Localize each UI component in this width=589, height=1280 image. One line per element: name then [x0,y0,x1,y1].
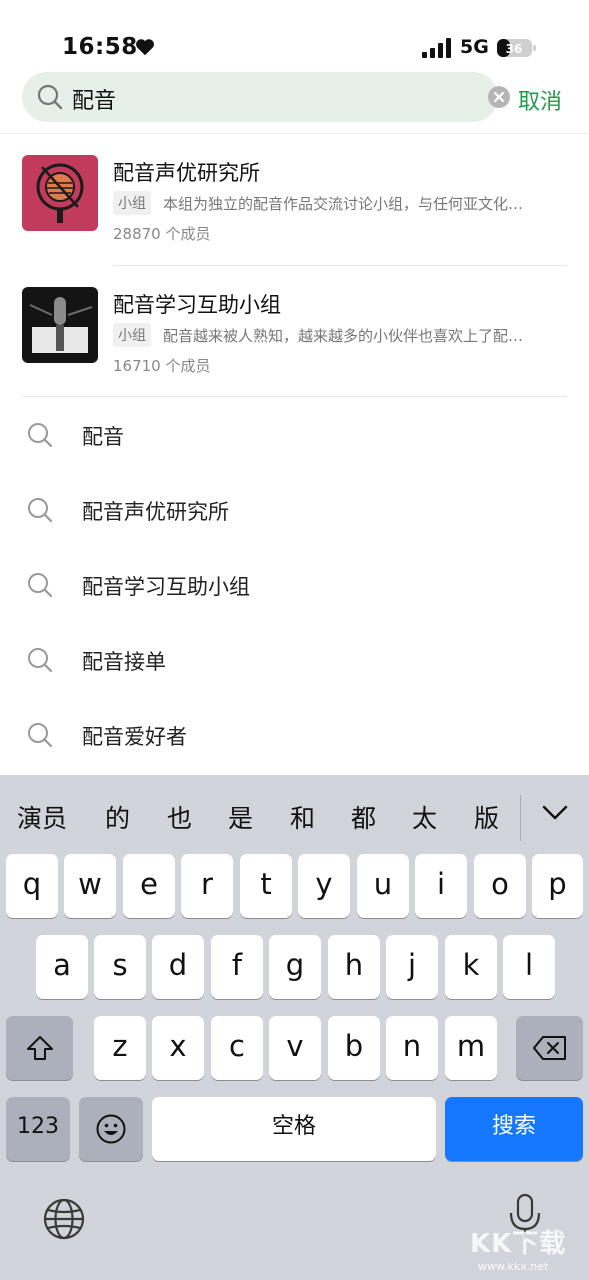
group-name: 配音学习互助小组 [113,293,281,317]
search-key[interactable]: 搜索 [445,1097,583,1161]
backspace-key[interactable] [516,1016,583,1080]
group-members: 16710 个成员 [113,357,211,375]
keyboard: 演员 的 也 是 和 都 太 版 q w e r t y u i o p a s… [0,775,589,1280]
battery-icon: 36 [497,39,536,57]
candidate-word[interactable]: 太 [412,799,437,835]
globe-icon[interactable] [42,1197,86,1241]
search-icon [28,573,53,598]
candidate-bar: 演员 的 也 是 和 都 太 版 [0,775,589,853]
suggestion-item[interactable]: 配音接单 [0,630,589,690]
key-j[interactable]: j [386,935,438,999]
key-y[interactable]: y [298,854,350,918]
key-o[interactable]: o [474,854,526,918]
studio-microphone-icon [22,287,98,363]
shift-icon [26,1036,53,1060]
cancel-button[interactable]: 取消 [518,84,562,116]
key-w[interactable]: w [64,854,116,918]
battery-level: 36 [506,42,523,56]
key-m[interactable]: m [445,1016,497,1080]
numbers-key[interactable]: 123 [6,1097,70,1161]
signal-icon [422,38,451,58]
group-avatar [22,155,98,231]
candidate-word[interactable]: 的 [105,799,130,835]
key-k[interactable]: k [445,935,497,999]
group-result[interactable]: 配音学习互助小组 小组 配音越来被人熟知，越来越多的小伙伴也喜欢上了配… 167… [22,287,567,407]
candidate-word[interactable]: 演员 [17,799,67,835]
divider [113,265,567,266]
search-icon [37,84,63,110]
key-r[interactable]: r [181,854,233,918]
key-i[interactable]: i [415,854,467,918]
divider [22,396,567,397]
key-e[interactable]: e [123,854,175,918]
clear-icon[interactable] [487,85,511,109]
candidate-word[interactable]: 版 [474,799,499,835]
search-input[interactable]: 配音 [72,83,116,115]
key-p[interactable]: p [532,854,583,918]
key-f[interactable]: f [211,935,263,999]
key-b[interactable]: b [328,1016,380,1080]
suggestion-text: 配音爱好者 [82,725,187,749]
suggestion-text: 配音学习互助小组 [82,575,250,599]
group-description: 本组为独立的配音作品交流讨论小组，与任何亚文化… [163,195,524,213]
key-z[interactable]: z [94,1016,146,1080]
suggestion-item[interactable]: 配音 [0,405,589,465]
key-h[interactable]: h [328,935,380,999]
emoji-key[interactable] [79,1097,143,1161]
key-x[interactable]: x [152,1016,204,1080]
suggestion-text: 配音接单 [82,650,166,674]
key-a[interactable]: a [36,935,88,999]
group-name: 配音声优研究所 [113,161,260,185]
space-key[interactable]: 空格 [152,1097,436,1161]
candidate-word[interactable]: 是 [228,799,253,835]
emoji-icon [96,1114,126,1144]
key-v[interactable]: v [269,1016,321,1080]
heart-icon [136,39,154,56]
group-avatar [22,287,98,363]
group-result[interactable]: 配音声优研究所 小组 本组为独立的配音作品交流讨论小组，与任何亚文化… 2887… [22,155,567,275]
search-icon [28,423,53,448]
watermark-url: www.kkx.net [478,1260,549,1273]
key-l[interactable]: l [503,935,555,999]
key-s[interactable]: s [94,935,146,999]
key-c[interactable]: c [211,1016,263,1080]
group-tag: 小组 [113,323,151,347]
search-icon [28,648,53,673]
suggestion-item[interactable]: 配音学习互助小组 [0,555,589,615]
network-type: 5G [460,36,489,58]
backspace-icon [532,1036,566,1060]
group-members: 28870 个成员 [113,225,211,243]
candidate-word[interactable]: 和 [290,799,315,835]
status-time: 16:58 [62,34,138,60]
chevron-down-icon[interactable] [541,803,569,823]
status-bar: 16:58 5G 36 [0,0,589,70]
group-tag: 小组 [113,191,151,215]
watermark-text: KK下载 [470,1229,567,1259]
microphone-icon [22,155,98,231]
suggestion-text: 配音 [82,425,124,449]
suggestion-text: 配音声优研究所 [82,500,229,524]
search-icon [28,723,53,748]
candidate-word[interactable]: 都 [351,799,376,835]
key-t[interactable]: t [240,854,292,918]
suggestion-item[interactable]: 配音爱好者 [0,705,589,765]
search-bar[interactable]: 配音 [22,72,510,122]
divider [0,133,589,134]
key-d[interactable]: d [152,935,204,999]
key-n[interactable]: n [386,1016,438,1080]
search-icon [28,498,53,523]
key-q[interactable]: q [6,854,58,918]
shift-key[interactable] [6,1016,73,1080]
key-u[interactable]: u [357,854,409,918]
candidate-word[interactable]: 也 [167,799,192,835]
divider [520,795,521,841]
group-description: 配音越来被人熟知，越来越多的小伙伴也喜欢上了配… [163,327,524,345]
suggestion-item[interactable]: 配音声优研究所 [0,480,589,540]
key-g[interactable]: g [269,935,321,999]
